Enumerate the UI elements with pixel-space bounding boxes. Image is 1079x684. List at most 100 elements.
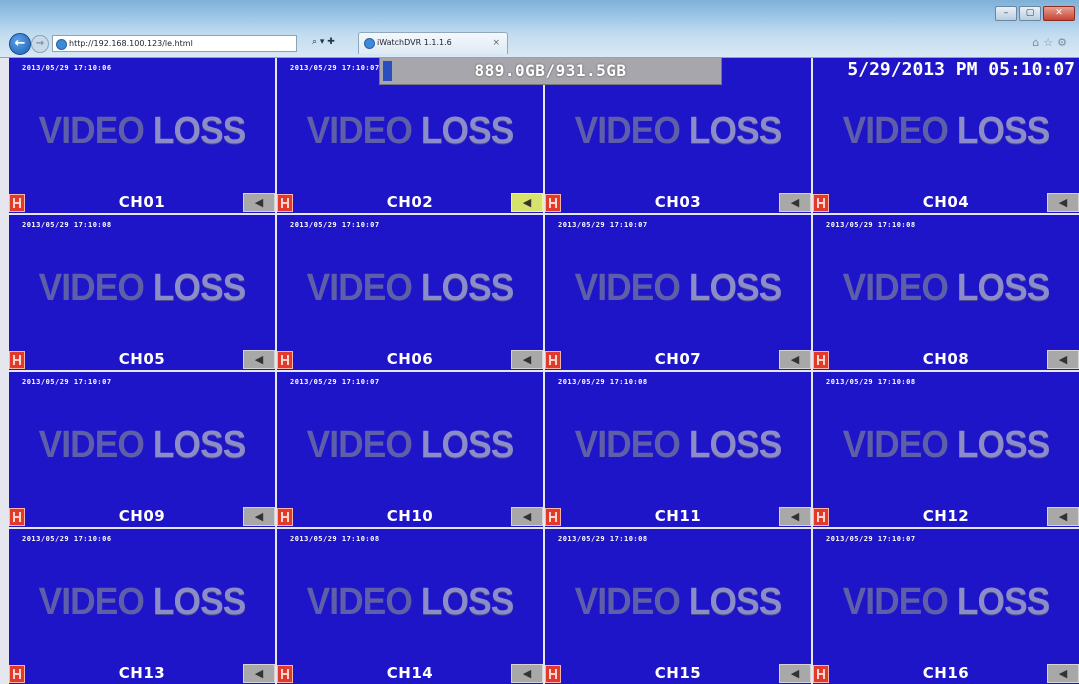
channel-tile-ch14[interactable]: 2013/05/29 17:10:08 VIDEO LOSS CH14 ◀ — [277, 529, 543, 684]
video-loss-text: VIDEO LOSS — [286, 110, 533, 153]
tab-iwatchdvr[interactable]: iWatchDVR 1.1.1.6 × — [358, 32, 508, 54]
video-loss-text: VIDEO LOSS — [822, 110, 1069, 153]
channel-label: CH01 — [118, 193, 166, 211]
tab-close-icon[interactable]: × — [492, 33, 500, 53]
video-loss-word-2: LOSS — [152, 581, 246, 623]
video-loss-word-1: VIDEO — [38, 581, 153, 623]
address-bar[interactable]: http://192.168.100.123/le.html — [52, 35, 297, 52]
channel-tile-ch11[interactable]: 2013/05/29 17:10:08 VIDEO LOSS CH11 ◀ — [545, 372, 811, 527]
maximize-button[interactable]: ▢ — [1019, 6, 1041, 21]
channel-timestamp: 2013/05/29 17:10:08 — [558, 535, 648, 543]
channel-label: CH03 — [654, 193, 702, 211]
speaker-icon[interactable]: ◀ — [1047, 664, 1079, 683]
channel-timestamp: 2013/05/29 17:10:07 — [558, 221, 648, 229]
system-clock: 5/29/2013 PM 05:10:07 — [847, 59, 1075, 80]
channel-tile-ch07[interactable]: 2013/05/29 17:10:07 VIDEO LOSS CH07 ◀ — [545, 215, 811, 370]
channel-tile-ch12[interactable]: 2013/05/29 17:10:08 VIDEO LOSS CH12 ◀ — [813, 372, 1079, 527]
video-loss-word-1: VIDEO — [574, 267, 689, 309]
channel-status-bar: CH15 ◀ — [545, 662, 811, 684]
channel-timestamp: 2013/05/29 17:10:07 — [290, 221, 380, 229]
forward-button[interactable]: → — [31, 35, 49, 53]
window-controls: – ▢ ✕ — [995, 6, 1075, 21]
video-loss-word-2: LOSS — [956, 110, 1050, 152]
video-loss-word-2: LOSS — [956, 581, 1050, 623]
video-loss-word-2: LOSS — [152, 110, 246, 152]
speaker-icon[interactable]: ◀ — [511, 664, 543, 683]
channel-timestamp: 2013/05/29 17:10:06 — [22, 64, 112, 72]
disk-usage-indicator: 889.0GB/931.5GB — [379, 58, 722, 85]
speaker-icon[interactable]: ◀ — [1047, 350, 1079, 369]
channel-timestamp: 2013/05/29 17:10:07 — [826, 535, 916, 543]
video-loss-word-1: VIDEO — [38, 424, 153, 466]
channel-tile-ch15[interactable]: 2013/05/29 17:10:08 VIDEO LOSS CH15 ◀ — [545, 529, 811, 684]
channel-status-bar: CH14 ◀ — [277, 662, 543, 684]
channel-timestamp: 2013/05/29 17:10:08 — [558, 378, 648, 386]
speaker-icon[interactable]: ◀ — [243, 507, 275, 526]
video-loss-word-2: LOSS — [688, 581, 782, 623]
speaker-icon[interactable]: ◀ — [779, 350, 811, 369]
site-icon — [56, 39, 67, 50]
channel-status-bar: CH07 ◀ — [545, 348, 811, 370]
video-loss-text: VIDEO LOSS — [822, 424, 1069, 467]
video-loss-text: VIDEO LOSS — [18, 267, 265, 310]
tab-site-icon — [364, 38, 375, 49]
channel-timestamp: 2013/05/29 17:10:07 — [22, 378, 112, 386]
channel-status-bar: CH10 ◀ — [277, 505, 543, 527]
channel-tile-ch16[interactable]: 2013/05/29 17:10:07 VIDEO LOSS CH16 ◀ — [813, 529, 1079, 684]
minimize-button[interactable]: – — [995, 6, 1017, 21]
channel-label: CH09 — [118, 507, 166, 525]
speaker-icon[interactable]: ◀ — [1047, 507, 1079, 526]
channel-tile-ch10[interactable]: 2013/05/29 17:10:07 VIDEO LOSS CH10 ◀ — [277, 372, 543, 527]
channel-tile-ch08[interactable]: 2013/05/29 17:10:08 VIDEO LOSS CH08 ◀ — [813, 215, 1079, 370]
channel-label: CH10 — [386, 507, 434, 525]
video-loss-word-2: LOSS — [420, 267, 514, 309]
video-loss-word-1: VIDEO — [842, 581, 957, 623]
channel-status-bar: CH12 ◀ — [813, 505, 1079, 527]
search-icon[interactable]: ⌕ ▾ ✚ — [312, 37, 335, 47]
channel-status-bar: CH03 ◀ — [545, 191, 811, 213]
channel-timestamp: 2013/05/29 17:10:07 — [290, 378, 380, 386]
channel-tile-ch13[interactable]: 2013/05/29 17:10:06 VIDEO LOSS CH13 ◀ — [9, 529, 275, 684]
channel-status-bar: CH16 ◀ — [813, 662, 1079, 684]
video-loss-text: VIDEO LOSS — [286, 267, 533, 310]
disk-usage-text: 889.0GB/931.5GB — [474, 61, 627, 80]
speaker-icon[interactable]: ◀ — [779, 664, 811, 683]
video-loss-word-1: VIDEO — [574, 424, 689, 466]
speaker-icon[interactable]: ◀ — [243, 350, 275, 369]
channel-status-bar: CH05 ◀ — [9, 348, 275, 370]
tab-title: iWatchDVR 1.1.1.6 — [377, 38, 452, 47]
video-loss-text: VIDEO LOSS — [18, 110, 265, 153]
channel-tile-ch05[interactable]: 2013/05/29 17:10:08 VIDEO LOSS CH05 ◀ — [9, 215, 275, 370]
home-favorites-tools-icons[interactable]: ⌂☆⚙ — [1032, 36, 1071, 49]
video-loss-text: VIDEO LOSS — [18, 424, 265, 467]
video-loss-word-2: LOSS — [420, 110, 514, 152]
speaker-icon[interactable]: ◀ — [243, 664, 275, 683]
video-loss-word-2: LOSS — [956, 267, 1050, 309]
speaker-icon[interactable]: ◀ — [511, 507, 543, 526]
channel-status-bar: CH13 ◀ — [9, 662, 275, 684]
speaker-icon[interactable]: ◀ — [779, 507, 811, 526]
channel-status-bar: CH02 ◀ — [277, 191, 543, 213]
video-loss-text: VIDEO LOSS — [18, 581, 265, 624]
channel-label: CH08 — [922, 350, 970, 368]
video-loss-word-2: LOSS — [420, 424, 514, 466]
back-button[interactable]: ← — [9, 33, 31, 55]
speaker-icon[interactable]: ◀ — [779, 193, 811, 212]
speaker-icon[interactable]: ◀ — [511, 350, 543, 369]
channel-tile-ch09[interactable]: 2013/05/29 17:10:07 VIDEO LOSS CH09 ◀ — [9, 372, 275, 527]
speaker-icon[interactable]: ◀ — [511, 193, 543, 212]
video-loss-word-2: LOSS — [688, 110, 782, 152]
speaker-icon[interactable]: ◀ — [1047, 193, 1079, 212]
channel-timestamp: 2013/05/29 17:10:07 — [290, 64, 380, 72]
speaker-icon[interactable]: ◀ — [243, 193, 275, 212]
channel-tile-ch01[interactable]: 2013/05/29 17:10:06 VIDEO LOSS CH01 ◀ — [9, 58, 275, 213]
channel-status-bar: CH09 ◀ — [9, 505, 275, 527]
disk-usage-fill — [383, 61, 392, 81]
channel-timestamp: 2013/05/29 17:10:08 — [826, 221, 916, 229]
channel-label: CH15 — [654, 664, 702, 682]
channel-tile-ch06[interactable]: 2013/05/29 17:10:07 VIDEO LOSS CH06 ◀ — [277, 215, 543, 370]
close-button[interactable]: ✕ — [1043, 6, 1075, 21]
video-loss-text: VIDEO LOSS — [286, 424, 533, 467]
video-loss-word-1: VIDEO — [842, 424, 957, 466]
channel-status-bar: CH04 ◀ — [813, 191, 1079, 213]
